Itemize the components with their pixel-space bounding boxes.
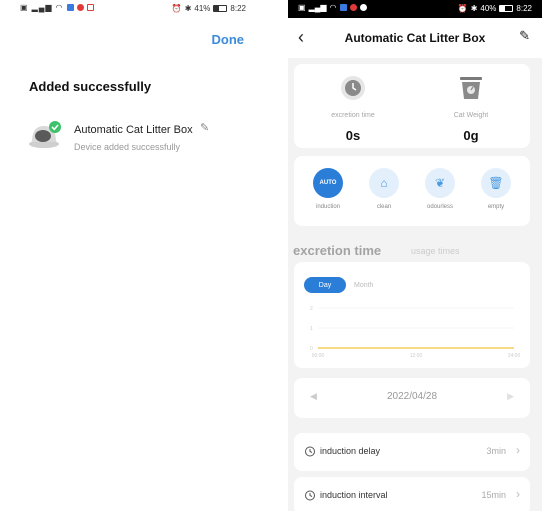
- chart-x-tick-label: 24:00: [508, 353, 521, 359]
- mode-selector-card: AUTO induction ⌂ clean ❦ odourless 🗑 emp…: [294, 156, 530, 226]
- mode-label: clean: [376, 204, 392, 210]
- setting-label: induction interval: [320, 490, 388, 500]
- litter-box-device-icon: [29, 121, 61, 148]
- broom-icon: ⌂: [369, 168, 399, 198]
- setting-value: 15min: [481, 490, 506, 500]
- mode-label: induction: [315, 204, 341, 210]
- status-icons-left: ▣ ▂▄▆ ◠: [20, 3, 94, 12]
- trash-icon: 🗑: [481, 168, 511, 198]
- status-icons-right: ⏰ ✱ 41% 8:22: [172, 4, 246, 13]
- period-month-button[interactable]: Month: [354, 282, 373, 289]
- done-button[interactable]: Done: [212, 32, 245, 47]
- sim-icon: ▣: [298, 3, 306, 12]
- battery-percent: 40%: [480, 4, 497, 13]
- app-notification-icon: [76, 4, 84, 11]
- stat-cat-weight: Cat Weight 0g: [412, 64, 530, 148]
- chart-card: Day Month 2 1 0 00:00 12:00 24:00: [294, 262, 530, 368]
- battery-percent: 41%: [194, 4, 211, 13]
- status-time: 8:22: [516, 4, 532, 13]
- mode-odourless[interactable]: ❦ odourless: [420, 168, 460, 210]
- chart-y-tick-label: 1: [310, 326, 313, 332]
- app-notification-icon: [339, 4, 347, 11]
- screenshot-stage: ▣ ▂▄▆ ◠ ⏰ ✱ 41% 8:22 Done Added successf…: [0, 0, 546, 511]
- added-device-item[interactable]: Automatic Cat Litter Box ✎ Device added …: [28, 118, 248, 158]
- app-notification-icon: [359, 4, 367, 11]
- excretion-time-chart: 2 1 000:00 12:00 24:00: [310, 306, 521, 359]
- chevron-right-icon: ›: [516, 487, 520, 501]
- period-toggle: Day Month: [304, 276, 373, 294]
- stat-label: excretion time: [331, 112, 375, 119]
- wifi-icon: ◠: [55, 3, 64, 12]
- alarm-icon: ⏰: [171, 4, 182, 13]
- sim-icon: ▣: [20, 3, 29, 12]
- edit-pencil-icon[interactable]: ✎: [200, 121, 209, 134]
- setting-label: induction delay: [320, 446, 381, 456]
- mode-induction[interactable]: AUTO induction: [308, 168, 348, 210]
- stat-label: Cat Weight: [453, 112, 489, 119]
- current-date: 2022/04/28: [386, 391, 438, 402]
- timer-icon: [305, 446, 315, 457]
- status-time: 8:22: [230, 4, 246, 13]
- leaf-icon: ❦: [425, 168, 455, 198]
- timer-icon: [305, 490, 315, 501]
- page-title: Automatic Cat Litter Box: [344, 31, 486, 45]
- device-added-screen: ▣ ▂▄▆ ◠ ⏰ ✱ 41% 8:22 Done Added successf…: [0, 0, 268, 511]
- mode-label: odourless: [426, 204, 453, 210]
- chart-y-tick-label: 2: [310, 306, 313, 312]
- tab-usage-times[interactable]: usage times: [411, 246, 460, 256]
- chart-x-tick-label: 12:00: [410, 353, 423, 359]
- status-icons-left: ▣ ▂▄▆ ◠: [298, 3, 367, 12]
- bluetooth-icon: ✱: [470, 4, 478, 13]
- bluetooth-icon: ✱: [184, 4, 192, 13]
- signal-icon: ▂▄▆: [31, 3, 53, 12]
- tab-excretion-time[interactable]: excretion time: [293, 243, 381, 258]
- status-bar: ▣ ▂▄▆ ◠ ⏰ ✱ 40% 8:22: [288, 0, 542, 18]
- app-notification-icon: [66, 4, 74, 11]
- stats-card: excretion time 0s Cat Weight 0g: [294, 64, 530, 148]
- status-bar: ▣ ▂▄▆ ◠ ⏰ ✱ 41% 8:22: [0, 0, 268, 20]
- setting-value: 3min: [486, 446, 506, 456]
- device-detail-screen: ▣ ▂▄▆ ◠ ⏰ ✱ 40% 8:22 ‹ Automatic Cat Lit…: [288, 0, 542, 511]
- device-name: Automatic Cat Litter Box: [74, 124, 193, 136]
- date-navigator: ◀ 2022/04/28 ▶: [294, 378, 530, 418]
- chevron-right-icon: ›: [516, 443, 520, 457]
- alarm-icon: ⏰: [457, 4, 468, 13]
- next-date-arrow-icon[interactable]: ▶: [507, 391, 514, 402]
- mode-label: empty: [487, 204, 505, 210]
- wifi-icon: ◠: [329, 3, 337, 12]
- setting-induction-interval[interactable]: induction interval 15min ›: [294, 477, 530, 511]
- mode-empty[interactable]: 🗑 empty: [476, 168, 516, 210]
- setting-induction-delay[interactable]: induction delay 3min ›: [294, 433, 530, 471]
- stat-value: 0g: [463, 128, 479, 143]
- scale-icon: [460, 77, 482, 99]
- period-day-button[interactable]: Day: [304, 277, 346, 293]
- stat-excretion-time: excretion time 0s: [294, 64, 412, 148]
- mode-clean[interactable]: ⌂ clean: [364, 168, 404, 210]
- chart-x-tick-label: 00:00: [312, 353, 325, 359]
- auto-badge: AUTO: [313, 168, 343, 198]
- clock-icon: [341, 76, 365, 100]
- battery-icon: [499, 5, 514, 12]
- page-title: Added successfully: [29, 79, 152, 94]
- checkmark-badge-icon: [49, 121, 61, 133]
- signal-icon: ▂▄▆: [308, 3, 327, 12]
- battery-icon: [213, 5, 228, 12]
- chart-y-tick-label: 0: [310, 346, 313, 352]
- edit-pencil-icon[interactable]: ✎: [519, 28, 530, 44]
- device-status-text: Device added successfully: [74, 142, 181, 152]
- app-notification-icon: [349, 4, 357, 11]
- stat-value: 0s: [345, 128, 361, 143]
- status-icons-right: ⏰ ✱ 40% 8:22: [458, 4, 532, 13]
- app-notification-icon: [86, 4, 94, 11]
- top-nav-bar: ‹ Automatic Cat Litter Box ✎: [288, 18, 542, 58]
